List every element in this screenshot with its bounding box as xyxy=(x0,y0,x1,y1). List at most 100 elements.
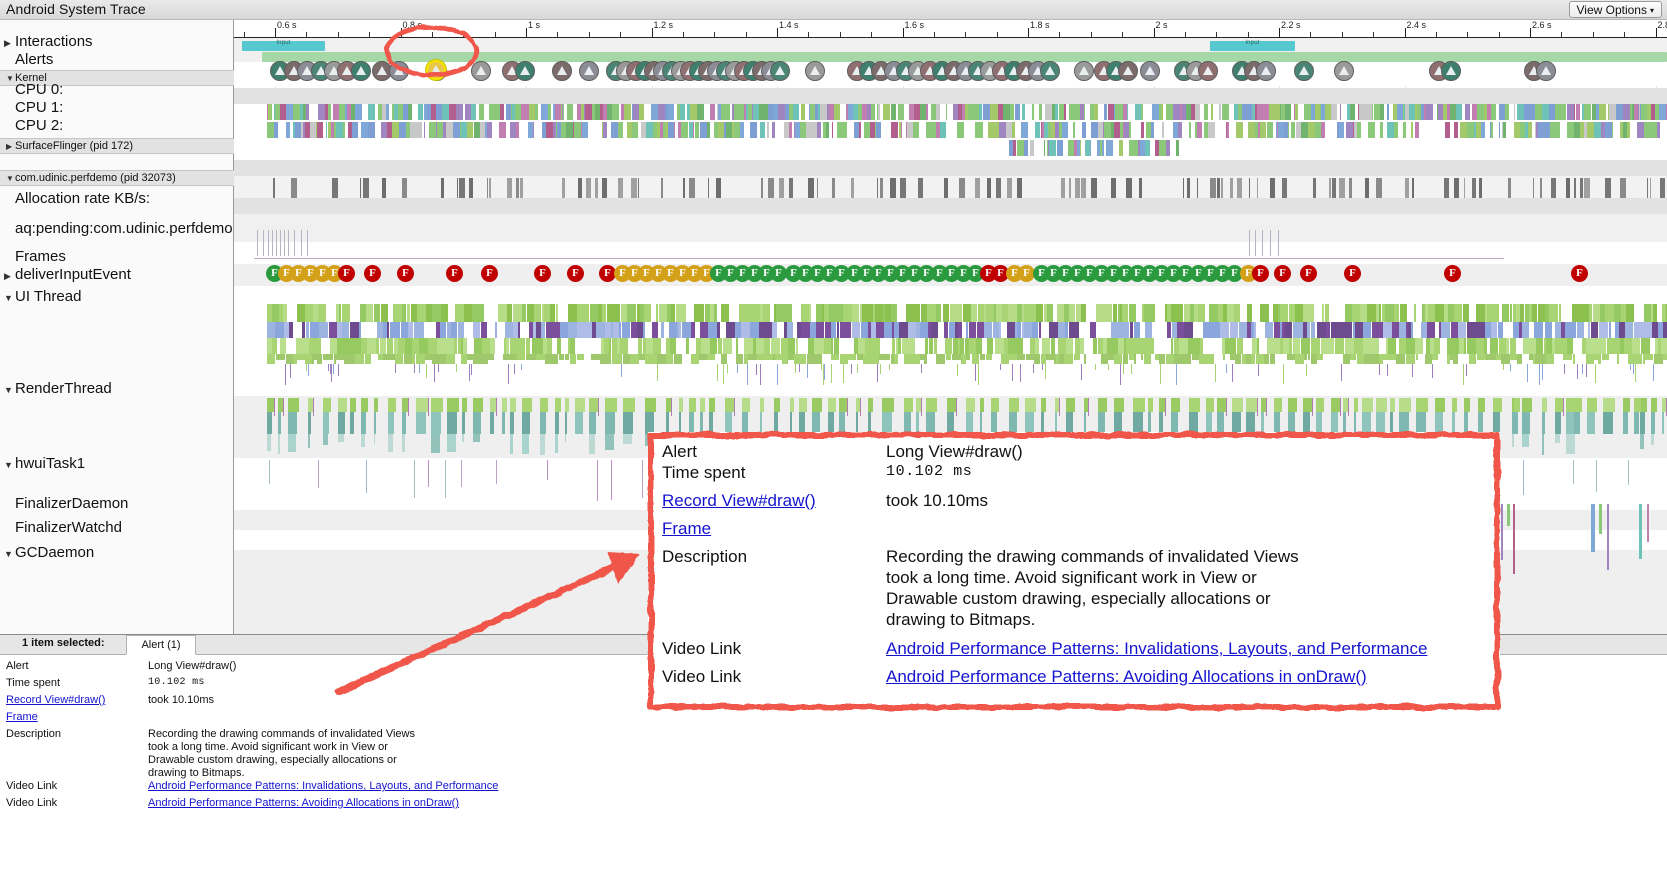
trace-slice[interactable] xyxy=(1383,322,1392,338)
trace-slice[interactable] xyxy=(1630,304,1634,322)
trace-slice[interactable] xyxy=(1591,504,1595,552)
trace-slice[interactable] xyxy=(764,338,770,354)
trace-slice[interactable] xyxy=(548,104,551,120)
trace-slice[interactable] xyxy=(901,122,902,138)
trace-slice[interactable] xyxy=(898,104,904,120)
trace-slice[interactable] xyxy=(759,104,766,120)
trace-slice[interactable] xyxy=(574,122,581,138)
trace-slice[interactable] xyxy=(1184,322,1193,338)
trace-slice[interactable] xyxy=(1022,104,1025,120)
trace-slice[interactable] xyxy=(1491,322,1497,338)
trace-slice[interactable] xyxy=(442,104,449,120)
trace-slice-thin[interactable] xyxy=(921,398,922,416)
sidebar-item-deliverinputevent[interactable]: ▶ deliverInputEvent xyxy=(0,266,234,283)
trace-slice[interactable] xyxy=(306,104,309,120)
trace-slice[interactable] xyxy=(1396,304,1399,322)
trace-slice-thin[interactable] xyxy=(777,364,778,385)
trace-slice[interactable] xyxy=(658,104,665,120)
trace-slice[interactable] xyxy=(612,354,620,364)
trace-slice[interactable] xyxy=(1580,178,1583,198)
trace-slice[interactable] xyxy=(346,354,355,364)
trace-slice[interactable] xyxy=(661,322,664,338)
trace-slice[interactable] xyxy=(1223,354,1225,360)
trace-slice-thin[interactable] xyxy=(514,364,515,374)
trace-slice-thin[interactable] xyxy=(456,364,457,372)
trace-slice[interactable] xyxy=(355,354,364,364)
trace-slice[interactable] xyxy=(1625,322,1633,338)
trace-slice[interactable] xyxy=(999,322,1001,338)
trace-slice[interactable] xyxy=(1406,354,1415,364)
trace-slice[interactable] xyxy=(871,104,875,120)
trace-slice[interactable] xyxy=(1477,354,1486,360)
trace-slice[interactable] xyxy=(1129,304,1136,322)
trace-slice[interactable] xyxy=(714,304,717,322)
trace-slice[interactable] xyxy=(1058,322,1065,338)
trace-slice-thin[interactable] xyxy=(851,364,852,374)
trace-slice[interactable] xyxy=(1609,104,1616,120)
trace-slice[interactable] xyxy=(1217,398,1226,412)
trace-slice[interactable] xyxy=(1206,354,1214,364)
trace-slice[interactable] xyxy=(1523,338,1530,354)
trace-slice[interactable] xyxy=(646,122,653,138)
trace-slice[interactable] xyxy=(462,412,465,434)
trace-slice[interactable] xyxy=(605,434,614,450)
trace-slice[interactable] xyxy=(1372,354,1379,364)
trace-slice[interactable] xyxy=(862,304,869,322)
trace-slice[interactable] xyxy=(1452,412,1455,434)
trace-slice[interactable] xyxy=(1514,398,1520,412)
trace-slice[interactable] xyxy=(1339,122,1344,138)
trace-slice[interactable] xyxy=(760,412,762,434)
trace-slice[interactable] xyxy=(1345,338,1354,354)
trace-slice[interactable] xyxy=(302,322,305,338)
frame-marker[interactable]: F xyxy=(1444,265,1461,282)
sidebar-item-finalizerwatchd[interactable]: FinalizerWatchd xyxy=(0,519,234,536)
trace-slice[interactable] xyxy=(286,354,293,364)
trace-slice[interactable] xyxy=(1400,304,1407,322)
trace-slice[interactable] xyxy=(774,398,780,412)
trace-slice[interactable] xyxy=(1383,354,1391,360)
trace-slice-thin[interactable] xyxy=(824,364,825,380)
trace-slice[interactable] xyxy=(1441,322,1450,338)
trace-slice[interactable] xyxy=(1120,322,1129,338)
alert-marker[interactable] xyxy=(471,61,491,81)
trace-slice-thin[interactable] xyxy=(1635,364,1636,382)
trace-slice[interactable] xyxy=(741,322,750,338)
trace-slice[interactable] xyxy=(1385,304,1394,322)
trace-slice[interactable] xyxy=(1533,178,1534,198)
trace-slice[interactable] xyxy=(361,412,366,434)
trace-slice[interactable] xyxy=(1505,104,1509,120)
trace-slice[interactable] xyxy=(510,398,516,412)
trace-slice[interactable] xyxy=(1248,122,1255,138)
trace-slice[interactable] xyxy=(1204,104,1208,120)
trace-slice[interactable] xyxy=(1104,104,1107,120)
trace-slice[interactable] xyxy=(977,322,984,338)
trace-slice[interactable] xyxy=(1350,354,1356,360)
trace-slice[interactable] xyxy=(276,354,285,360)
trace-slice[interactable] xyxy=(627,304,636,322)
trace-slice[interactable] xyxy=(1493,398,1502,412)
trace-slice[interactable] xyxy=(607,304,616,322)
trace-slice[interactable] xyxy=(721,354,727,364)
trace-slice[interactable] xyxy=(1113,304,1117,322)
trace-slice[interactable] xyxy=(1559,338,1567,354)
trace-slice[interactable] xyxy=(1251,354,1255,364)
trace-slice[interactable] xyxy=(1310,304,1314,322)
trace-slice[interactable] xyxy=(790,412,792,434)
trace-slice[interactable] xyxy=(1339,178,1345,198)
trace-slice[interactable] xyxy=(1416,398,1428,412)
trace-slice[interactable] xyxy=(920,322,928,338)
trace-slice[interactable] xyxy=(1061,178,1065,198)
trace-slice[interactable] xyxy=(546,122,553,138)
trace-slice[interactable] xyxy=(1171,304,1179,322)
trace-slice[interactable] xyxy=(848,354,856,360)
trace-slice[interactable] xyxy=(1246,412,1255,434)
trace-slice[interactable] xyxy=(1001,354,1009,364)
trace-slice-thin[interactable] xyxy=(283,398,284,416)
trace-slice[interactable] xyxy=(555,412,559,434)
trace-slice[interactable] xyxy=(899,322,908,338)
alert-marker[interactable] xyxy=(1334,61,1354,81)
trace-slice[interactable] xyxy=(332,178,338,198)
trace-slice[interactable] xyxy=(1274,412,1280,434)
trace-slice[interactable] xyxy=(1303,412,1310,434)
trace-slice[interactable] xyxy=(1144,354,1151,364)
